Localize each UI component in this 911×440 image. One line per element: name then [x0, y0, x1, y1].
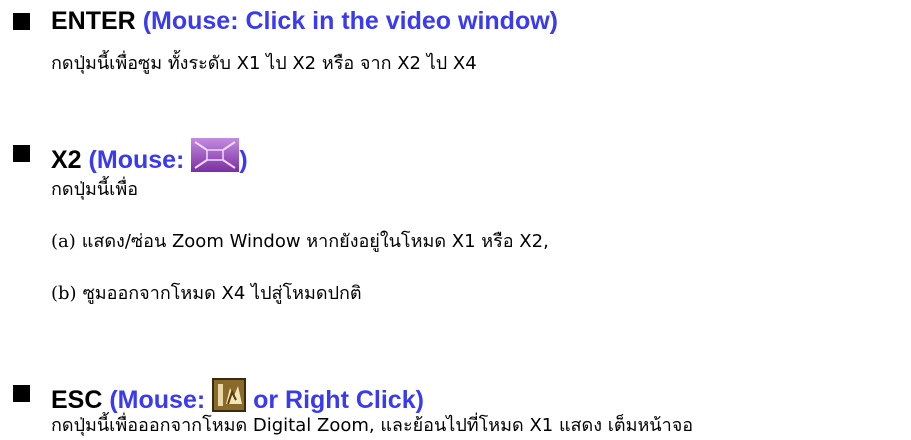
bullet-square: [13, 13, 30, 30]
item-heading: X2 (Mouse: ): [51, 138, 248, 179]
subitem-b: (b) ซูมออกจากโหมด X4 ไปสู่โหมดปกติ: [51, 282, 362, 306]
bullet-square: [13, 385, 30, 402]
subitem-text: ซูมออกจากโหมด X4 ไปสู่โหมดปกติ: [82, 283, 362, 304]
key-name: ENTER: [51, 7, 136, 35]
item-heading: ENTER (Mouse: Click in the video window): [51, 6, 558, 36]
item-heading: ESC (Mouse: or Right Click): [51, 378, 424, 419]
subitem-text: แสดง/ซ่อน Zoom Window หากยังอยู่ในโหมด X…: [81, 231, 549, 252]
item-description: กดปุ่มนี้เพื่อซูม ทั้งระดับ X1 ไป X2 หรื…: [51, 53, 477, 74]
key-name: ESC: [51, 386, 103, 414]
zoom-window-icon: [191, 138, 240, 179]
subitem-tag: (b): [51, 283, 77, 304]
subitem-a: (a) แสดง/ซ่อน Zoom Window หากยังอยู่ในโหม…: [51, 230, 549, 254]
mouse-hint: (Mouse: ): [89, 138, 248, 174]
item-description: กดปุ่มนี้เพื่อออกจากโหมด Digital Zoom, แ…: [51, 415, 694, 436]
item-description: กดปุ่มนี้เพื่อ: [51, 179, 139, 200]
mouse-hint: (Mouse: or Right Click): [109, 378, 424, 414]
exit-zoom-icon: [212, 378, 247, 419]
bullet-square: [13, 145, 30, 162]
key-name: X2: [51, 146, 82, 174]
mouse-hint: (Mouse: Click in the video window): [142, 7, 558, 35]
subitem-tag: (a): [51, 231, 76, 252]
